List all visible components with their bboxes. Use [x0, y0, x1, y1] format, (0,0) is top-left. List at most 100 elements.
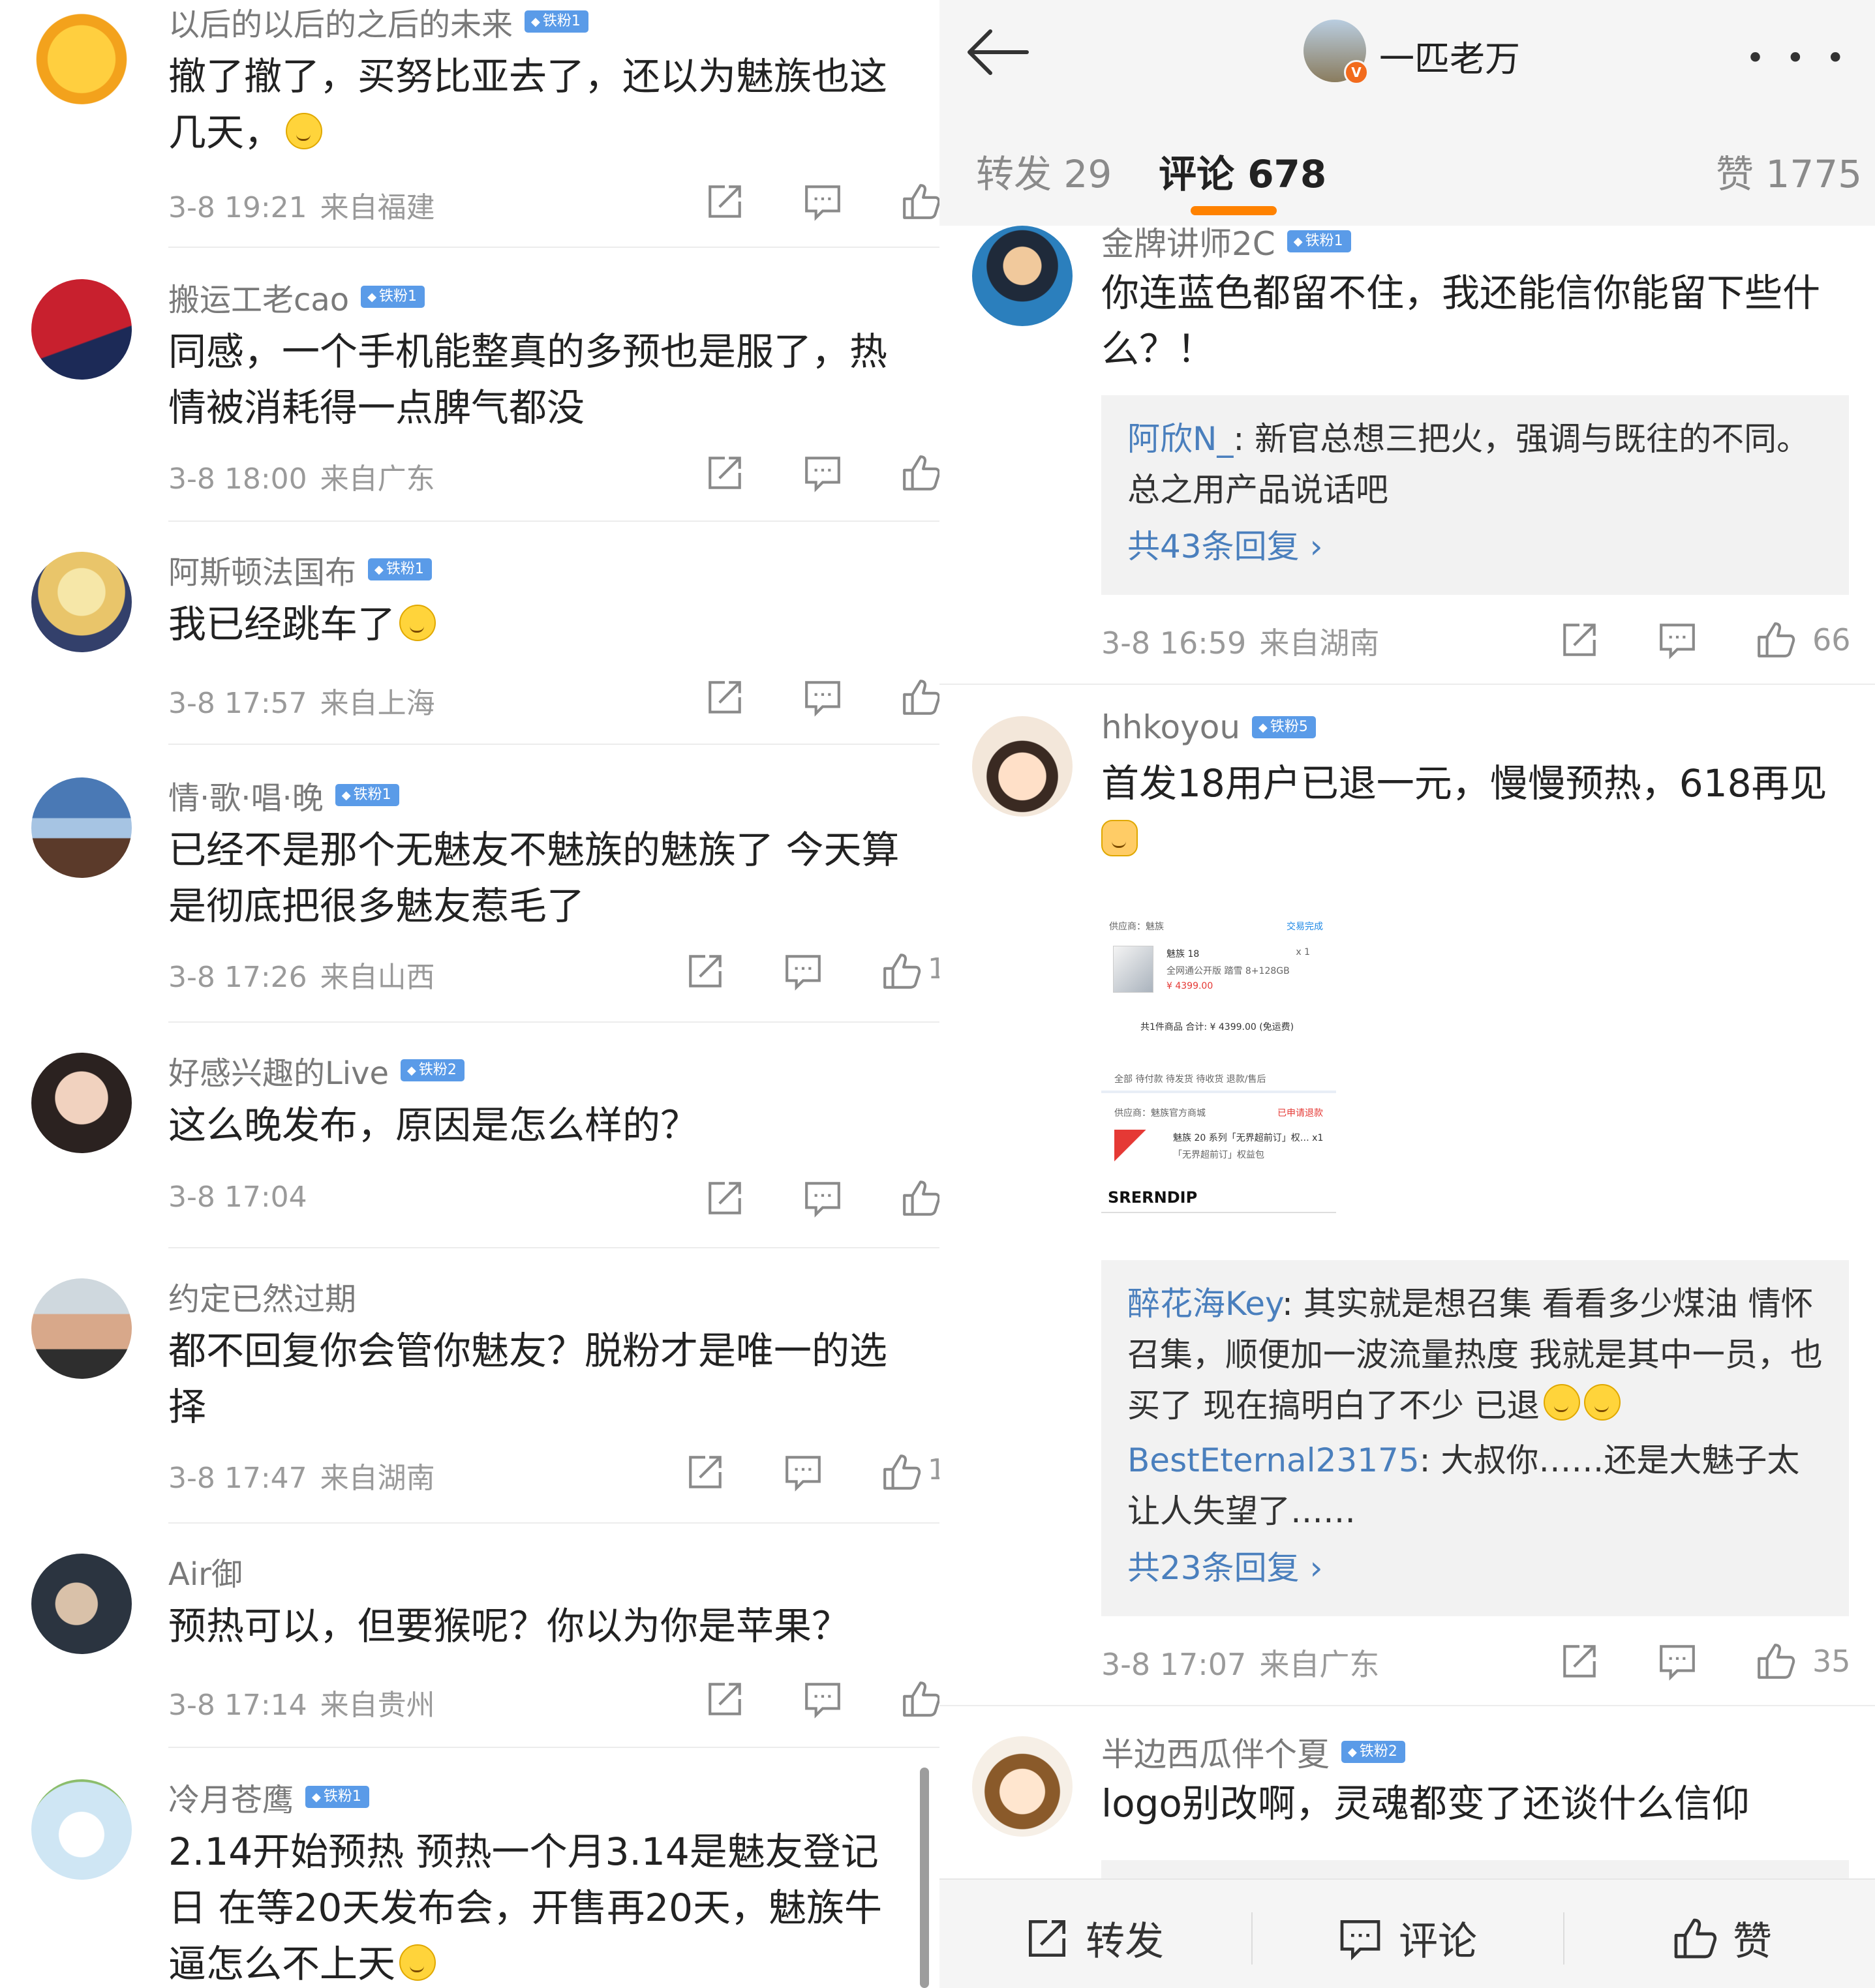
share-icon[interactable]: [705, 181, 745, 222]
reply-username[interactable]: BestEternal23175: [1127, 1441, 1420, 1479]
fan-badge: 铁粉1: [1287, 230, 1351, 252]
divider: [1563, 1912, 1564, 1965]
like-icon[interactable]: [1755, 620, 1795, 660]
like-count: 1: [928, 952, 939, 986]
comment-username[interactable]: 冷月苍鹰: [168, 1774, 294, 1820]
reply-line: BestEternal23175: 大叔你……还是大魅子太让人失望了……: [1127, 1441, 1800, 1530]
comment-text: 你连蓝色都留不住，我还能信你能留下些什么？！: [1101, 271, 1821, 371]
tab-repost[interactable]: 转发 29: [976, 143, 1112, 198]
product-image: [1114, 1130, 1153, 1169]
user-avatar[interactable]: [31, 1554, 132, 1654]
share-icon[interactable]: [705, 1679, 745, 1719]
emoji-icon: [1101, 820, 1138, 856]
comment-username[interactable]: 以后的以后的之后的未来: [168, 0, 513, 44]
attached-image[interactable]: 供应商：魅族 交易完成 魅族 18 x 1 全网通公开版 踏雪 8+128GB …: [1101, 887, 1336, 1239]
divider: [168, 744, 939, 745]
comment-icon[interactable]: [802, 1679, 843, 1719]
comment-meta: 3-8 19:21 来自福建: [168, 191, 435, 224]
comment-icon[interactable]: [1657, 1641, 1698, 1681]
reply-line: 醉花海Key: 其实就是想召集 看看多少煤油 情怀召集，顺便加一波流量热度 我就…: [1127, 1285, 1823, 1424]
comment-username[interactable]: 阿斯顿法国布: [168, 547, 356, 592]
comment-username[interactable]: 约定已然过期: [168, 1273, 356, 1319]
user-avatar[interactable]: [972, 1736, 1073, 1837]
author-avatar[interactable]: V: [1303, 20, 1369, 85]
comment-meta: 3-8 17:14 来自贵州: [168, 1689, 435, 1722]
fan-badge: 铁粉1: [368, 558, 432, 580]
fan-badge: 铁粉1: [335, 784, 399, 806]
right-weibo-detail: V 一匹老万 • • • 转发 29 评论 678 赞 1775 金牌讲师2C 铁…: [939, 0, 1875, 1988]
comment-icon[interactable]: [802, 181, 843, 222]
emoji-icon: [1583, 1384, 1621, 1421]
user-avatar[interactable]: [31, 777, 132, 878]
fan-badge: 铁粉2: [1341, 1741, 1405, 1763]
like-icon[interactable]: [1755, 1641, 1795, 1681]
share-icon[interactable]: [1559, 620, 1600, 660]
back-arrow-icon[interactable]: [964, 26, 1029, 78]
comment-username[interactable]: Air御: [168, 1548, 243, 1594]
comment-text: 首发18用户已退一元，慢慢预热，618再见: [1101, 755, 1852, 867]
emoji-icon: [1543, 1384, 1580, 1421]
user-avatar[interactable]: [31, 1779, 132, 1880]
comment-icon[interactable]: [1657, 620, 1698, 660]
comment-icon[interactable]: [802, 453, 843, 493]
comment-icon[interactable]: [783, 951, 823, 991]
user-avatar[interactable]: [972, 716, 1073, 817]
comment-icon[interactable]: [783, 1452, 823, 1492]
more-replies-link[interactable]: 共23条回复 ›: [1101, 1542, 1849, 1589]
comment-username[interactable]: 金牌讲师2C: [1101, 218, 1275, 265]
like-icon[interactable]: [900, 181, 939, 222]
user-avatar[interactable]: [31, 4, 132, 104]
user-avatar[interactable]: [31, 1278, 132, 1379]
fan-badge: 铁粉1: [361, 286, 425, 308]
like-icon[interactable]: [900, 677, 939, 717]
fan-badge: 铁粉5: [1252, 716, 1316, 738]
tab-like[interactable]: 赞 1775: [1716, 143, 1862, 198]
user-avatar[interactable]: [31, 1053, 132, 1153]
like-icon[interactable]: [900, 453, 939, 493]
share-icon[interactable]: [705, 1178, 745, 1218]
divider: [168, 1021, 939, 1023]
share-icon[interactable]: [685, 1452, 725, 1492]
share-icon[interactable]: [705, 677, 745, 717]
scrollbar[interactable]: [920, 1768, 929, 1988]
like-icon[interactable]: [881, 1452, 921, 1492]
share-icon[interactable]: [705, 453, 745, 493]
like-icon[interactable]: [900, 1178, 939, 1218]
divider: [168, 1747, 939, 1748]
comment-text: 撤了撤了，买努比亚去了，还以为魅族也这几天，: [168, 54, 888, 155]
author-name[interactable]: 一匹老万: [1379, 30, 1520, 82]
comment-username[interactable]: 情·歌·唱·晚: [168, 772, 324, 818]
emoji-icon: [399, 605, 436, 641]
user-avatar[interactable]: [31, 279, 132, 380]
tab-comment[interactable]: 评论 678: [1159, 143, 1326, 198]
comment-username[interactable]: 搬运工老cao: [168, 274, 349, 320]
comment-actions: [665, 1679, 939, 1724]
fan-badge: 铁粉1: [525, 10, 588, 33]
reply-username[interactable]: 阿欣N_: [1127, 420, 1233, 458]
repost-button[interactable]: 转发: [1024, 1910, 1164, 1966]
like-icon[interactable]: [900, 1679, 939, 1719]
comment-text: 都不回复你会管你魅友？脱粉才是唯一的选择: [168, 1329, 888, 1429]
like-icon[interactable]: [881, 951, 921, 991]
comment-text: logo别改啊，灵魂都变了还谈什么信仰: [1101, 1781, 1750, 1826]
like-button[interactable]: 赞: [1671, 1910, 1772, 1966]
share-icon[interactable]: [685, 951, 725, 991]
comment-icon[interactable]: [802, 1178, 843, 1218]
more-icon[interactable]: • • •: [1746, 39, 1850, 77]
like-count: 66: [1812, 622, 1851, 657]
reply-username[interactable]: 醉花海Key: [1127, 1285, 1282, 1323]
more-replies-link[interactable]: 共43条回复 ›: [1101, 520, 1849, 567]
comment-actions: [665, 453, 939, 498]
reply-box[interactable]: 醉花海Key: 其实就是想召集 看看多少煤油 情怀召集，顺便加一波流量热度 我就…: [1101, 1260, 1849, 1616]
comment-username[interactable]: hhkoyou: [1101, 708, 1240, 746]
comment-meta: 3-8 17:47 来自湖南: [168, 1462, 435, 1495]
comment-button[interactable]: 评论: [1337, 1910, 1477, 1966]
share-icon[interactable]: [1559, 1641, 1600, 1681]
comment-icon[interactable]: [802, 677, 843, 717]
comment-username[interactable]: 半边西瓜伴个夏: [1101, 1728, 1330, 1775]
user-avatar[interactable]: [972, 226, 1073, 326]
user-avatar[interactable]: [31, 552, 132, 652]
comment-username[interactable]: 好感兴趣的Live: [168, 1047, 389, 1093]
divider: [168, 247, 939, 248]
reply-box[interactable]: 阿欣N_: 新官总想三把火，强调与既往的不同。总之用产品说话吧 共43条回复 ›: [1101, 395, 1849, 595]
